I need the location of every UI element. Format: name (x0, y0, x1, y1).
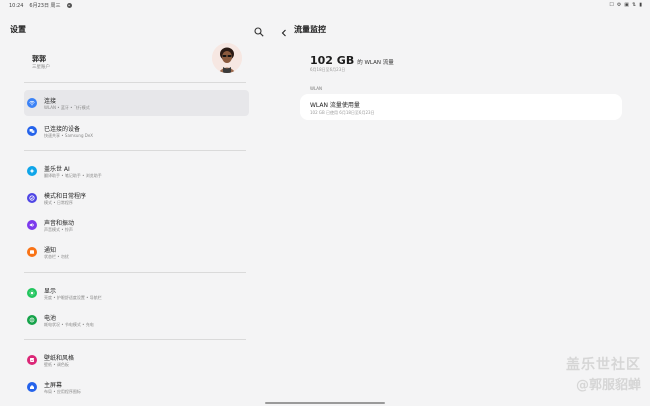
menu-title: 壁纸和风格 (44, 355, 75, 362)
star-icon (27, 166, 37, 176)
profile-name: 郭郭 (32, 55, 46, 63)
devices-icon (27, 126, 37, 136)
menu-item-notifications[interactable]: 通知 状态栏 • 勿扰 (24, 239, 249, 265)
divider (24, 82, 246, 83)
menu-item-sound-vibration[interactable]: 声音和振动 声音模式 • 铃声 (24, 212, 249, 238)
bell-icon (27, 247, 37, 257)
usage-label: 的 WLAN 流量 (357, 60, 394, 66)
menu-subtitle: 亮度 • 护眼舒适度设置 • 导航栏 (44, 295, 102, 300)
menu-title: 主屏幕 (44, 382, 63, 389)
menu-item-home-screen[interactable]: 主屏幕 布局 • 应用程序图标 (24, 374, 249, 400)
battery-status-icon: ▮ (639, 2, 642, 8)
watermark-line-1: 盖乐世社区 (566, 357, 641, 373)
menu-subtitle: 耗电状况 • 节电模式 • 充电 (44, 322, 94, 327)
menu-item-connected-devices[interactable]: 已连接的设备 快速共享 • Samsung DeX (24, 118, 249, 144)
menu-title: 通知 (44, 247, 57, 254)
wallpaper-icon (27, 355, 37, 365)
battery-icon (27, 315, 37, 325)
status-icon-3: ▣ (624, 2, 630, 8)
status-icons: ☐ ⚙ ▣ ⇅ ▮ (609, 2, 642, 8)
divider (24, 272, 246, 273)
home-icon (27, 382, 37, 392)
menu-item-display[interactable]: 显示 亮度 • 护眼舒适度设置 • 导航栏 (24, 280, 249, 306)
detail-title: 流量监控 (294, 25, 326, 34)
status-bar: 10:24 6月23日 周三 • ☐ ⚙ ▣ ⇅ ▮ (0, 0, 650, 10)
page-title: 设置 (10, 25, 26, 34)
wifi-status-icon: ⇅ (632, 2, 637, 8)
card-title: WLAN 流量使用量 (310, 102, 360, 109)
profile-subtitle: 三星账户 (32, 65, 50, 70)
menu-title: 显示 (44, 288, 57, 295)
usage-date-range: 6月18日至6月23日 (310, 67, 346, 72)
watermark: 盖乐世社区 @郭服貂蝉 (566, 354, 641, 393)
menu-title: 连接 (44, 98, 57, 105)
section-label-wlan: WLAN (310, 86, 323, 91)
avatar[interactable] (212, 43, 242, 73)
status-time: 10:24 (9, 2, 24, 9)
wifi-icon (27, 98, 37, 108)
card-subtitle: 102 GB 已使用 6月18日至6月23日 (310, 110, 375, 115)
watermark-line-2: @郭服貂蝉 (575, 378, 641, 393)
menu-subtitle: 声音模式 • 铃声 (44, 227, 73, 232)
divider (24, 150, 246, 151)
menu-item-connections[interactable]: 连接 WLAN • 蓝牙 • 飞行模式 (24, 90, 249, 116)
divider (24, 339, 246, 340)
check-circle-icon (27, 193, 37, 203)
chevron-left-icon (281, 29, 286, 37)
gesture-handle[interactable] (265, 402, 385, 404)
menu-subtitle: WLAN • 蓝牙 • 飞行模式 (44, 105, 90, 110)
sun-icon (27, 288, 37, 298)
menu-subtitle: 翻译助手 • 笔记助手 • 浏览助手 (44, 173, 102, 178)
menu-item-galaxy-ai[interactable]: 盖乐世 AI 翻译助手 • 笔记助手 • 浏览助手 (24, 158, 249, 184)
menu-item-modes-routines[interactable]: 模式和日常程序 模式 • 日常程序 (24, 185, 249, 211)
menu-subtitle: 快速共享 • Samsung DeX (44, 133, 94, 138)
menu-subtitle: 壁纸 • 调色板 (44, 362, 69, 367)
status-icon-1: ☐ (609, 2, 614, 8)
wlan-usage-card[interactable]: WLAN 流量使用量 102 GB 已使用 6月18日至6月23日 (300, 94, 622, 120)
menu-subtitle: 模式 • 日常程序 (44, 200, 73, 205)
menu-title: 模式和日常程序 (44, 193, 87, 200)
search-icon (254, 27, 264, 37)
menu-item-battery[interactable]: 电池 耗电状况 • 节电模式 • 充电 (24, 307, 249, 333)
back-button[interactable] (280, 22, 292, 37)
status-date: 6月23日 周三 (29, 3, 61, 9)
status-icon-2: ⚙ (616, 2, 622, 8)
settings-list-pane: 设置 郭郭 三星账户 连接 WLAN • 蓝牙 • 飞行模式 已连接的设备 快速… (0, 10, 272, 406)
usage-value: 102 GB (310, 54, 355, 67)
profile-item[interactable]: 郭郭 三星账户 (32, 43, 248, 86)
menu-title: 已连接的设备 (44, 126, 81, 133)
menu-subtitle: 状态栏 • 勿扰 (44, 254, 69, 259)
menu-title: 电池 (44, 315, 57, 322)
search-button[interactable] (254, 22, 268, 37)
menu-item-wallpaper[interactable]: 壁纸和风格 壁纸 • 调色板 (24, 347, 249, 373)
notification-dot-icon: • (66, 3, 72, 8)
avatar-image (212, 43, 242, 73)
speaker-icon (27, 220, 37, 230)
usage-summary: 102 GB 的 WLAN 流量 (310, 54, 394, 67)
menu-title: 盖乐世 AI (44, 166, 70, 173)
menu-title: 声音和振动 (44, 220, 75, 227)
menu-subtitle: 布局 • 应用程序图标 (44, 389, 81, 394)
data-usage-pane: 流量监控 102 GB 的 WLAN 流量 6月18日至6月23日 WLAN W… (276, 10, 650, 406)
